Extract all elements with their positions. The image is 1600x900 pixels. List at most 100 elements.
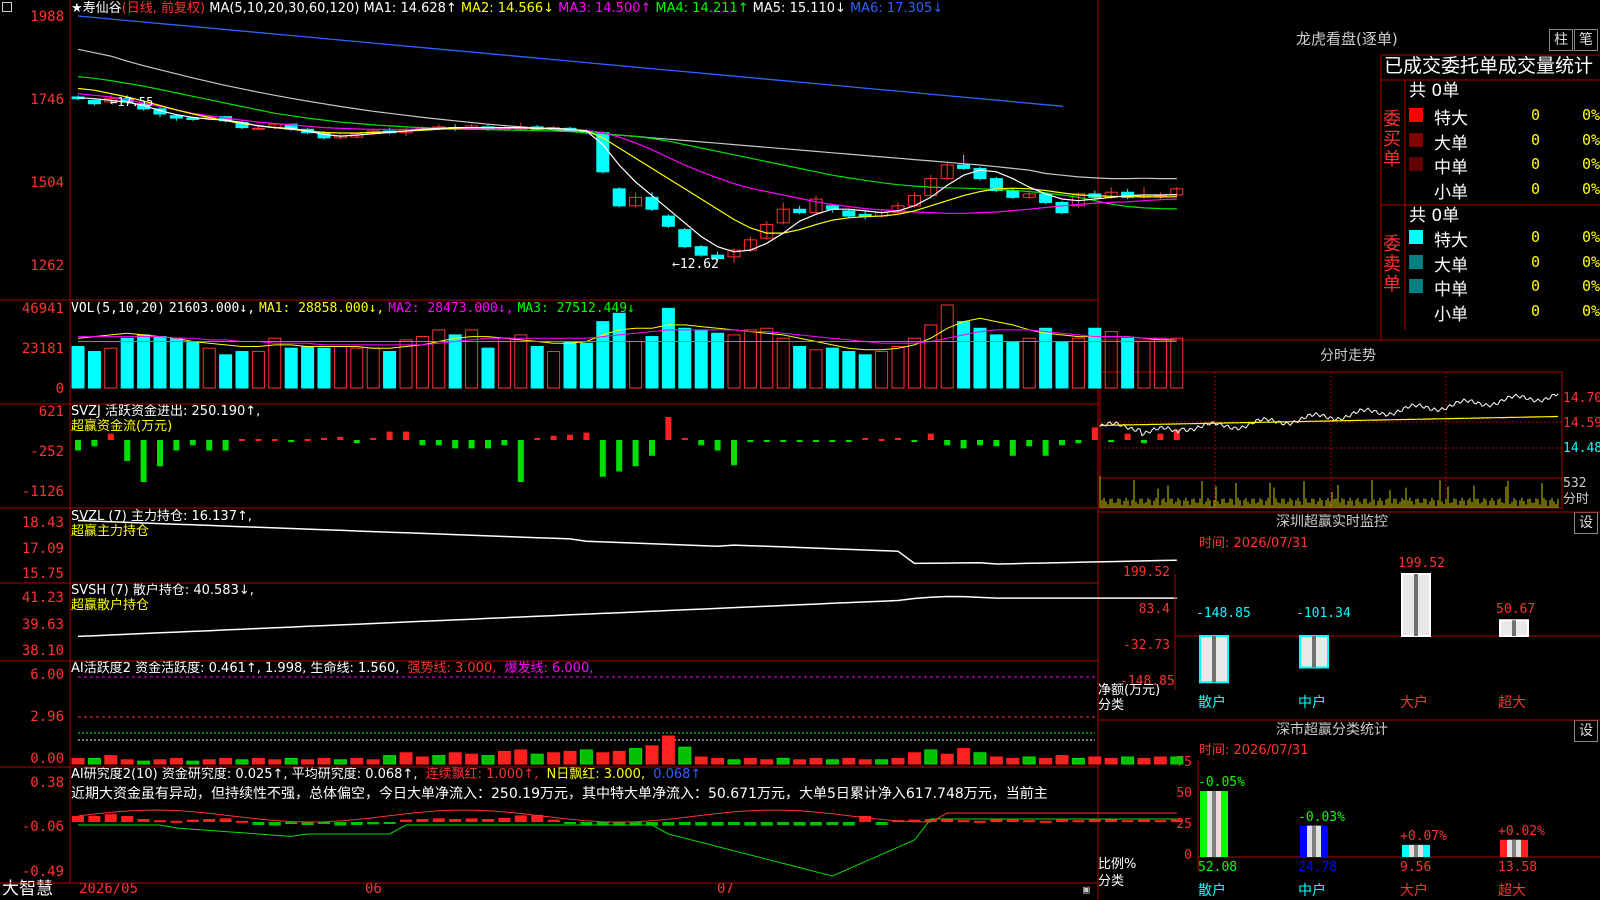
intraday-tick-3: 14.48 bbox=[1563, 441, 1600, 456]
svsh-subtitle: 超赢散户持仓 bbox=[71, 598, 150, 613]
price-tick-2: 1746 bbox=[30, 92, 64, 108]
ai-active-legend-item: 爆发线: 6.000, bbox=[504, 661, 594, 676]
stock-name: 寿仙谷 bbox=[82, 1, 122, 16]
lock-icon[interactable]: ▣ bbox=[1083, 882, 1090, 897]
ai-research-legend-item: N日飘红: 3.000, bbox=[546, 767, 650, 782]
right-panel: 龙虎看盘(逐单) 柱 笔 已成交委托单成交量统计 委买单 委卖单 共 0单 共 … bbox=[1098, 0, 1600, 900]
main-legend: ★寿仙谷(日线, 前复权) MA(5,10,20,30,60,120) MA1:… bbox=[71, 1, 947, 16]
ratio-value: 9.56 bbox=[1400, 860, 1432, 875]
sz-monitor-ytick-2: 83.4 bbox=[1138, 602, 1170, 617]
net-flow-value: -148.85 bbox=[1196, 606, 1251, 621]
net-flow-value: 50.67 bbox=[1496, 602, 1536, 618]
ai-research-legend-item: 连续飘红: 1.000↑, bbox=[425, 767, 543, 782]
svzl-tick-2: 17.09 bbox=[21, 541, 64, 557]
sz-classify-ytick-3: 25 bbox=[1176, 817, 1192, 832]
ratio-change: +0.02% bbox=[1498, 823, 1545, 839]
net-flow-value: 199.52 bbox=[1398, 556, 1445, 571]
sz-classify-ytick-1: 75 bbox=[1176, 755, 1192, 770]
vol-legend-item: VOL(5,10,20) bbox=[71, 301, 165, 316]
sell-row-count: 0 bbox=[1530, 301, 1540, 320]
ma-legend-item: MA5: 15.110↓ bbox=[752, 1, 846, 16]
ai-research-tick-1: 0.38 bbox=[30, 775, 64, 791]
ma-legend-item: MA4: 14.211↑ bbox=[655, 1, 749, 16]
ai-active-legend: AI活跃度2 资金活跃度: 0.461↑, 1.998, 生命线: 1.560,… bbox=[71, 661, 597, 676]
ma-params: MA(5,10,20,30,60,120) bbox=[209, 1, 360, 16]
price-tick-1: 1988 bbox=[30, 9, 64, 25]
ai-research-legend-item: AI研究度2(10) 资金研究度: 0.025↑, 平均研究度: 0.068↑, bbox=[71, 767, 422, 782]
vol-tick-3: 0 bbox=[55, 381, 64, 397]
category-label: 散户 bbox=[1198, 883, 1226, 899]
sell-color-swatch bbox=[1409, 279, 1423, 293]
sz-classify-time: 时间: 2026/07/31 bbox=[1199, 743, 1309, 758]
intraday-tick-1: 14.70 bbox=[1563, 391, 1600, 406]
ma-legend-item: MA3: 14.500↑ bbox=[558, 1, 652, 16]
sell-row-label: 特大 bbox=[1434, 231, 1468, 251]
price-tick-4: 1262 bbox=[30, 258, 64, 274]
app-logo: 大智慧 bbox=[2, 879, 53, 899]
buy-row-pct: 0% bbox=[1581, 130, 1600, 149]
buy-row-count: 0 bbox=[1530, 179, 1540, 198]
sell-row-count: 0 bbox=[1530, 277, 1540, 295]
ratio-change: -0.03% bbox=[1298, 809, 1345, 825]
svzj-legend: SVZJ 活跃资金进出: 250.190↑, bbox=[71, 404, 261, 419]
ai-active-tick-3: 0.00 bbox=[30, 751, 64, 767]
net-flow-value: -101.34 bbox=[1296, 606, 1351, 621]
x-label-may: 2026/05 bbox=[79, 881, 139, 897]
svsh-tick-1: 41.23 bbox=[21, 590, 64, 606]
sz-classify-ylabel: 比例% bbox=[1098, 857, 1137, 872]
intraday-title: 分时走势 bbox=[1320, 348, 1376, 364]
ai-active-tick-1: 6.00 bbox=[30, 667, 64, 683]
buy-row-pct: 0% bbox=[1581, 155, 1600, 173]
sz-monitor-ylabel2: 分类 bbox=[1098, 698, 1125, 713]
sz-monitor-ytick-3: -32.73 bbox=[1123, 638, 1170, 653]
order-board-title: 龙虎看盘(逐单) bbox=[1296, 30, 1398, 48]
svzj-tick-1: 621 bbox=[38, 404, 64, 420]
chart-area[interactable]: ★寿仙谷(日线, 前复权) MA(5,10,20,30,60,120) MA1:… bbox=[0, 0, 1098, 900]
buy-row-label: 中单 bbox=[1434, 158, 1468, 178]
svzl-subtitle: 超赢主力持仓 bbox=[71, 524, 150, 539]
svsh-tick-2: 39.63 bbox=[21, 617, 64, 633]
ma-legend-item: MA1: 14.628↑ bbox=[363, 1, 457, 16]
ai-commentary: 近期大资金虽有异动，但持续性不强，总体偏空，今日大单净流入：250.19万元，其… bbox=[71, 786, 1048, 802]
svsh-tick-3: 38.10 bbox=[21, 643, 64, 659]
svzj-tick-2: -252 bbox=[30, 444, 64, 460]
svzl-tick-3: 15.75 bbox=[21, 566, 64, 582]
period-label: (日线, 前复权) bbox=[121, 1, 206, 16]
ratio-change: +0.07% bbox=[1400, 828, 1447, 844]
buy-total: 共 0单 bbox=[1409, 81, 1460, 101]
ai-research-tick-3: -0.49 bbox=[21, 864, 64, 880]
vol-legend: VOL(5,10,20) 21603.000↓, MA1: 28858.000↓, M… bbox=[71, 301, 639, 316]
sz-classify-ytick-4: 0 bbox=[1184, 848, 1192, 863]
sz-monitor-settings-button[interactable]: 设 bbox=[1574, 512, 1598, 534]
sz-classify-settings-button[interactable]: 设 bbox=[1574, 720, 1598, 742]
sz-classify-ytick-2: 50 bbox=[1176, 786, 1192, 801]
sell-row-pct: 0% bbox=[1581, 228, 1600, 246]
sell-color-swatch bbox=[1409, 254, 1423, 269]
svzl-tick-1: 18.43 bbox=[21, 515, 64, 531]
vol-legend-item: MA3: 27512.449↓ bbox=[517, 301, 635, 316]
svzj-tick-3: -1126 bbox=[21, 484, 64, 500]
buy-side-label: 委买单 bbox=[1383, 109, 1401, 170]
intraday-vol-unit: 分时 bbox=[1563, 492, 1590, 507]
ratio-value: 13.58 bbox=[1498, 860, 1538, 875]
vol-tick-2: 23181 bbox=[21, 341, 64, 357]
ratio-value: 52.08 bbox=[1198, 860, 1238, 875]
buy-row-pct: 0% bbox=[1581, 179, 1600, 198]
category-label: 中户 bbox=[1298, 695, 1326, 711]
sell-row-label: 大单 bbox=[1434, 255, 1468, 276]
sell-row-label: 中单 bbox=[1434, 280, 1468, 300]
sell-row-label: 小单 bbox=[1434, 304, 1468, 325]
sz-monitor-title: 深圳超赢实时监控 bbox=[1276, 514, 1388, 530]
buy-row-count: 0 bbox=[1530, 130, 1540, 149]
buy-row-count: 0 bbox=[1530, 106, 1540, 124]
sell-row-pct: 0% bbox=[1581, 301, 1600, 320]
bar-view-button[interactable]: 柱 bbox=[1549, 29, 1573, 51]
sz-monitor-ylabel: 净额(万元) bbox=[1098, 683, 1161, 698]
buy-row-label: 大单 bbox=[1434, 133, 1468, 154]
buy-row-label: 特大 bbox=[1434, 109, 1468, 129]
order-board-header: 已成交委托单成交量统计 bbox=[1384, 55, 1594, 77]
svzl-legend: SVZL (7) 主力持仓: 16.137↑, bbox=[71, 509, 252, 524]
buy-row-pct: 0% bbox=[1581, 106, 1600, 124]
ai-active-legend-item: 强势线: 3.000, bbox=[407, 661, 501, 676]
tick-view-button[interactable]: 笔 bbox=[1574, 29, 1598, 51]
